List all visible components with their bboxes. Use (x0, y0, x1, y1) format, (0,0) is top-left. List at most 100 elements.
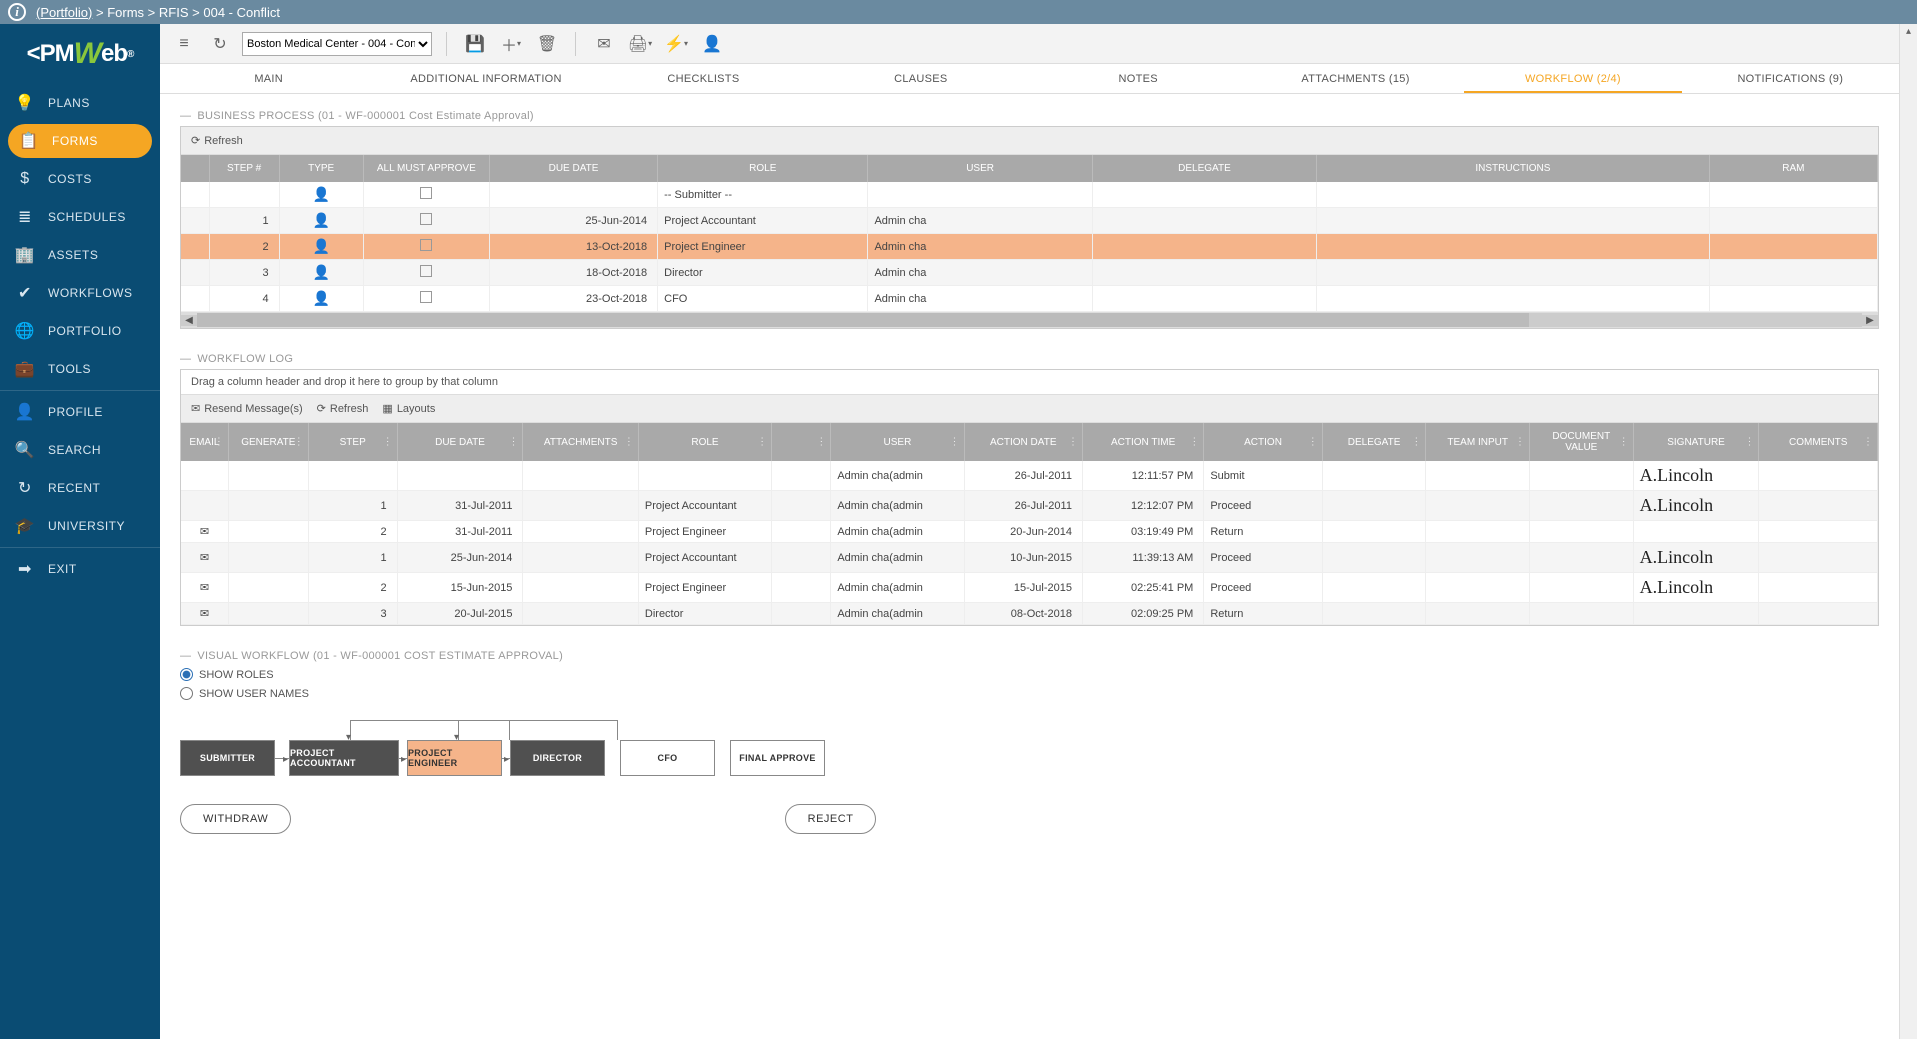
tab-notifications-9-[interactable]: NOTIFICATIONS (9) (1682, 64, 1899, 93)
save-icon[interactable]: 💾 (461, 30, 489, 58)
flow-project-accountant[interactable]: PROJECT ACCOUNTANT (289, 740, 399, 776)
bp-row[interactable]: 4👤23-Oct-2018CFOAdmin cha (181, 286, 1878, 312)
log-col[interactable]: USER⋮ (831, 423, 964, 461)
tab-notes[interactable]: NOTES (1030, 64, 1247, 93)
sidebar-item-workflows[interactable]: ✔ WORKFLOWS (0, 274, 160, 312)
tab-attachments-15-[interactable]: ATTACHMENTS (15) (1247, 64, 1464, 93)
tab-checklists[interactable]: CHECKLISTS (595, 64, 812, 93)
log-col[interactable]: STEP⋮ (308, 423, 397, 461)
log-col[interactable]: COMMENTS⋮ (1759, 423, 1878, 461)
delete-icon[interactable]: 🗑 (533, 30, 561, 58)
reject-button[interactable]: REJECT (785, 804, 877, 834)
sidebar-item-schedules[interactable]: ≣SCHEDULES (0, 198, 160, 236)
log-col[interactable]: ROLE⋮ (638, 423, 771, 461)
log-col[interactable]: EMAIL⋮ (181, 423, 228, 461)
log-row[interactable]: Admin cha(admin26-Jul-201112:11:57 PMSub… (181, 461, 1878, 491)
bp-col-due-date[interactable]: DUE DATE (489, 155, 657, 182)
show-roles-radio[interactable] (180, 668, 193, 681)
print-icon[interactable]: 🖨▾ (626, 30, 654, 58)
log-row[interactable]: ✉125-Jun-2014Project AccountantAdmin cha… (181, 543, 1878, 573)
approve-checkbox[interactable] (420, 239, 432, 251)
tab-workflow-2-4-[interactable]: WORKFLOW (2/4) (1464, 64, 1681, 93)
show-usernames-radio[interactable] (180, 687, 193, 700)
flow-director[interactable]: DIRECTOR (510, 740, 605, 776)
sidebar-item-label: WORKFLOWS (48, 286, 133, 300)
withdraw-button[interactable]: WITHDRAW (180, 804, 291, 834)
workflow-log-panel: Drag a column header and drop it here to… (180, 369, 1879, 626)
log-col[interactable]: TEAM INPUT⋮ (1426, 423, 1530, 461)
info-icon[interactable]: i (8, 3, 26, 21)
mail-icon[interactable]: ✉ (590, 30, 618, 58)
sidebar-item-costs[interactable]: $COSTS (0, 160, 160, 198)
sidebar-item-plans[interactable]: 💡PLANS (0, 84, 160, 122)
signature: A.Lincoln (1640, 495, 1714, 515)
breadcrumb-rfis[interactable]: RFIS (159, 5, 189, 20)
groupby-bar[interactable]: Drag a column header and drop it here to… (181, 370, 1878, 395)
list-icon[interactable]: ≡ (170, 30, 198, 58)
sidebar-item-forms[interactable]: 📋FORMS (8, 124, 152, 158)
sidebar-item-portfolio[interactable]: 🌐PORTFOLIO (0, 312, 160, 350)
bp-refresh-button[interactable]: ⟳Refresh (191, 134, 243, 147)
bp-col-type[interactable]: TYPE (279, 155, 363, 182)
sidebar-item-tools[interactable]: 💼TOOLS (0, 350, 160, 388)
sidebar-item-university[interactable]: 🎓UNIVERSITY (0, 507, 160, 545)
bp-row[interactable]: 1👤25-Jun-2014Project AccountantAdmin cha (181, 208, 1878, 234)
layouts-button[interactable]: ▦Layouts (382, 402, 435, 415)
flow-project-engineer[interactable]: PROJECT ENGINEER (407, 740, 502, 776)
bp-col-role[interactable]: ROLE (658, 155, 868, 182)
bolt-icon[interactable]: ⚡▾ (662, 30, 690, 58)
sidebar-item-recent[interactable]: ↻RECENT (0, 469, 160, 507)
workflows-icon: ✔ (14, 283, 36, 303)
sidebar-item-assets[interactable]: 🏢ASSETS (0, 236, 160, 274)
breadcrumb-forms[interactable]: Forms (107, 5, 144, 20)
breadcrumb: (Portfolio) > Forms > RFIS > 004 - Confl… (36, 5, 280, 20)
sidebar-item-profile[interactable]: 👤PROFILE (0, 393, 160, 431)
approve-checkbox[interactable] (420, 187, 432, 199)
log-refresh-button[interactable]: ⟳Refresh (317, 402, 369, 415)
sidebar-item-search[interactable]: 🔍SEARCH (0, 431, 160, 469)
log-col[interactable]: ACTION⋮ (1204, 423, 1322, 461)
content-area: ≡ ↻ Boston Medical Center - 004 - Confl … (160, 24, 1899, 1039)
page-scrollbar[interactable]: ▴ (1899, 24, 1917, 1039)
log-row[interactable]: ✉231-Jul-2011Project EngineerAdmin cha(a… (181, 521, 1878, 543)
bp-row[interactable]: 👤-- Submitter -- (181, 182, 1878, 208)
bp-col-ram[interactable]: RAM (1709, 155, 1877, 182)
flow-submitter[interactable]: SUBMITTER (180, 740, 275, 776)
approve-checkbox[interactable] (420, 213, 432, 225)
resend-button[interactable]: ✉Resend Message(s) (191, 402, 303, 415)
tab-main[interactable]: MAIN (160, 64, 377, 93)
bp-col-instructions[interactable]: INSTRUCTIONS (1317, 155, 1710, 182)
log-col[interactable]: GENERATE⋮ (228, 423, 308, 461)
log-col[interactable]: ACTION TIME⋮ (1082, 423, 1203, 461)
bp-scrollbar[interactable]: ◀▶ (181, 312, 1878, 328)
log-col[interactable]: DOCUMENT VALUE⋮ (1530, 423, 1634, 461)
history-icon[interactable]: ↻ (206, 30, 234, 58)
bp-col-step-[interactable]: STEP # (209, 155, 279, 182)
bp-col-delegate[interactable]: DELEGATE (1092, 155, 1316, 182)
user-icon[interactable]: 👤 (698, 30, 726, 58)
approve-checkbox[interactable] (420, 265, 432, 277)
schedules-icon: ≣ (14, 207, 36, 227)
record-select[interactable]: Boston Medical Center - 004 - Confl (242, 32, 432, 56)
bp-row[interactable]: 3👤18-Oct-2018DirectorAdmin cha (181, 260, 1878, 286)
log-col[interactable]: SIGNATURE⋮ (1633, 423, 1759, 461)
bp-row[interactable]: 2👤13-Oct-2018Project EngineerAdmin cha (181, 234, 1878, 260)
log-row[interactable]: 131-Jul-2011Project AccountantAdmin cha(… (181, 491, 1878, 521)
flow-final-approve[interactable]: FINAL APPROVE (730, 740, 825, 776)
log-col[interactable]: ACTION DATE⋮ (964, 423, 1082, 461)
log-col[interactable]: ATTACHMENTS⋮ (523, 423, 638, 461)
log-col[interactable]: DELEGATE⋮ (1322, 423, 1426, 461)
approve-checkbox[interactable] (420, 291, 432, 303)
bp-col-all-must-approve[interactable]: ALL MUST APPROVE (363, 155, 489, 182)
flow-cfo[interactable]: CFO (620, 740, 715, 776)
bp-col-user[interactable]: USER (868, 155, 1092, 182)
tab-additional-information[interactable]: ADDITIONAL INFORMATION (377, 64, 594, 93)
breadcrumb-portfolio[interactable]: (Portfolio) (36, 5, 92, 20)
log-col[interactable]: DUE DATE⋮ (397, 423, 523, 461)
sidebar-item-exit[interactable]: ➡EXIT (0, 550, 160, 588)
log-row[interactable]: ✉215-Jun-2015Project EngineerAdmin cha(a… (181, 573, 1878, 603)
log-row[interactable]: ✉320-Jul-2015DirectorAdmin cha(admin08-O… (181, 603, 1878, 625)
tab-clauses[interactable]: CLAUSES (812, 64, 1029, 93)
log-col[interactable]: ⋮ (772, 423, 831, 461)
add-icon[interactable]: ＋▾ (497, 30, 525, 58)
